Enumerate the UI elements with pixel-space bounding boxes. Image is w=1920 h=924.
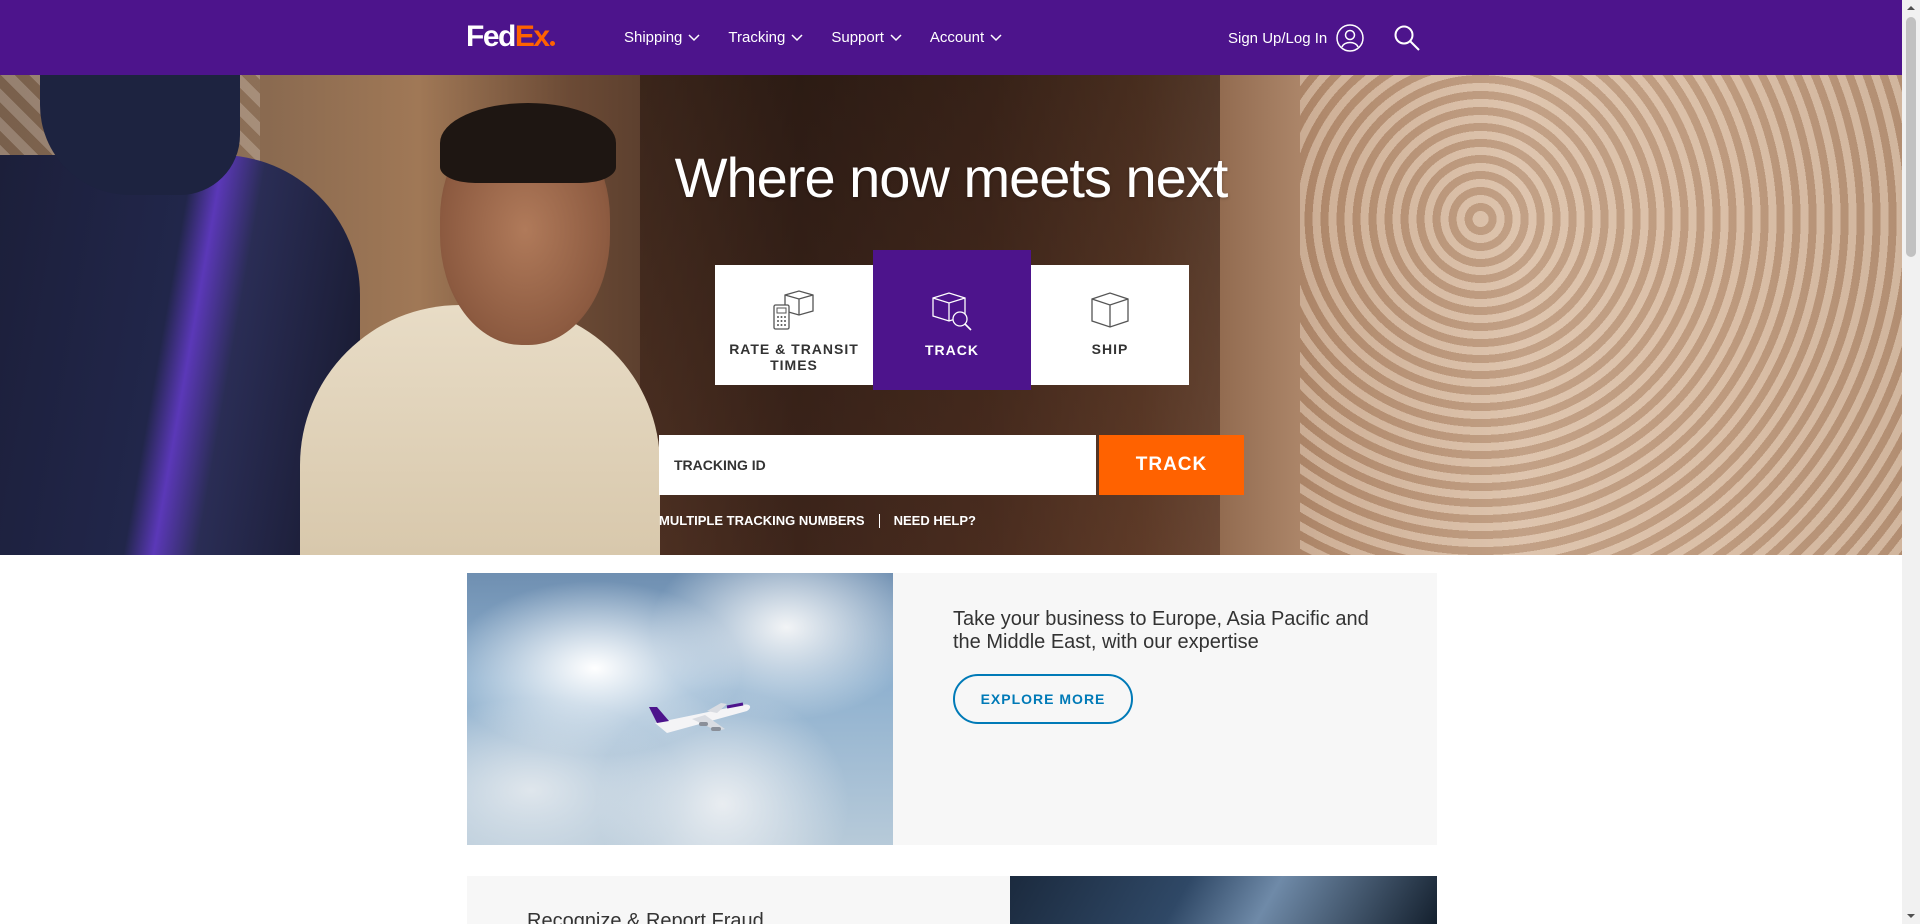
explore-more-button[interactable]: EXPLORE MORE (953, 674, 1133, 724)
multiple-tracking-numbers-link[interactable]: MULTIPLE TRACKING NUMBERS (659, 513, 865, 528)
search-icon[interactable] (1393, 24, 1421, 52)
promo-text: Take your business to Europe, Asia Pacif… (953, 608, 1369, 653)
nav-shipping-label: Shipping (624, 29, 683, 46)
airplane-image (649, 702, 751, 733)
logo-fed-text: Fed (466, 20, 516, 53)
nav-shipping[interactable]: Shipping (624, 29, 700, 46)
logo-ex-text: Ex (514, 20, 550, 53)
action-tabs: RATE & TRANSIT TIMES TRACK SHIP (715, 250, 1190, 390)
tab-rate-transit[interactable]: RATE & TRANSIT TIMES (715, 265, 873, 385)
fraud-title: Recognize & Report Fraud (527, 910, 764, 924)
chevron-down-icon (791, 33, 803, 41)
tab-track-label: TRACK (925, 342, 979, 358)
fedex-logo[interactable]: FedEx (466, 20, 555, 54)
tab-ship[interactable]: SHIP (1031, 265, 1189, 385)
top-navigation-bar: FedEx Shipping Tracking Support Account … (0, 0, 1902, 75)
scrollbar-thumb[interactable] (1906, 17, 1916, 257)
nav-tracking-label: Tracking (728, 29, 786, 46)
scroll-up-arrow-icon[interactable] (1907, 4, 1915, 12)
tab-ship-label: SHIP (1091, 341, 1129, 357)
main-nav: Shipping Tracking Support Account (624, 0, 1030, 75)
tab-track[interactable]: TRACK (873, 250, 1031, 390)
nav-account-label: Account (929, 29, 985, 46)
tab-rate-transit-label: RATE & TRANSIT TIMES (729, 341, 859, 373)
chevron-down-icon (688, 33, 700, 41)
hero-headline: Where now meets next (674, 146, 1229, 209)
nav-support-label: Support (831, 29, 884, 46)
promo-card: Take your business to Europe, Asia Pacif… (467, 573, 1437, 845)
fraud-laptop-image (1010, 876, 1437, 924)
hero-banner: Where now meets next RATE & TRANSIT TIME… (0, 75, 1902, 555)
chevron-down-icon (990, 33, 1002, 41)
track-button[interactable]: TRACK (1099, 435, 1244, 495)
sign-in-link[interactable]: Sign Up/Log In (1228, 22, 1365, 54)
nav-account[interactable]: Account (930, 29, 1002, 46)
nav-tracking[interactable]: Tracking (728, 29, 803, 46)
tracking-id-input[interactable] (659, 435, 1096, 495)
box-icon (1091, 292, 1129, 328)
calculator-box-icon (773, 290, 814, 330)
logo-dot (549, 41, 555, 46)
page-scrollbar[interactable] (1902, 0, 1920, 924)
fraud-card: Recognize & Report Fraud (467, 876, 1437, 924)
user-icon (1336, 24, 1364, 52)
need-help-link[interactable]: NEED HELP? (894, 513, 976, 528)
sign-in-label: Sign Up/Log In (1228, 29, 1328, 47)
box-magnifier-icon (932, 292, 972, 331)
promo-airplane-image (467, 573, 893, 845)
link-separator (878, 513, 880, 528)
tracking-help-links: MULTIPLE TRACKING NUMBERS NEED HELP? (659, 513, 976, 528)
nav-support[interactable]: Support (831, 29, 902, 46)
chevron-down-icon (890, 33, 902, 41)
scroll-down-arrow-icon[interactable] (1907, 912, 1915, 920)
